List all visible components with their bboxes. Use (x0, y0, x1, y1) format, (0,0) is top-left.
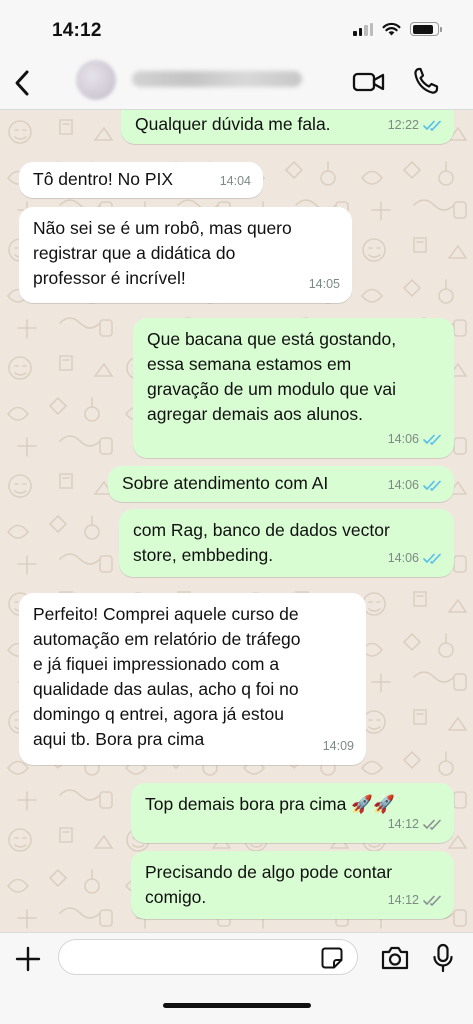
message-time: 14:04 (219, 174, 251, 188)
back-chevron-icon[interactable] (8, 68, 38, 98)
message-meta: 14:06 (388, 427, 442, 452)
message-time: 14:06 (387, 551, 419, 565)
read-double-check-icon (423, 480, 441, 491)
cellular-signal-icon (353, 22, 373, 36)
message-bubble-outgoing[interactable]: Que bacana que está gostando, essa seman… (133, 318, 454, 458)
message-bubble-outgoing[interactable]: com Rag, banco de dados vector store, em… (119, 509, 454, 577)
microphone-icon[interactable] (432, 943, 454, 973)
chat-area[interactable]: Qualquer dúvida me fala. 12:22 Tô dentro… (0, 110, 473, 932)
message-bubble-outgoing[interactable]: Sobre atendimento com AI 14:06 (108, 466, 454, 502)
message-text: Tô dentro! No PIX (33, 169, 174, 189)
read-double-check-icon (423, 120, 441, 131)
message-bubble-incoming[interactable]: Tô dentro! No PIX 14:04 (19, 162, 263, 198)
sticker-icon[interactable] (320, 946, 344, 970)
message-bubble-outgoing[interactable]: Precisando de algo pode contar comigo. 1… (131, 851, 454, 919)
message-time: 14:05 (308, 277, 340, 291)
message-meta: 14:12 (388, 812, 442, 837)
plus-icon[interactable] (14, 945, 42, 973)
video-camera-icon[interactable] (352, 68, 386, 96)
contact-name[interactable] (132, 71, 302, 87)
message-meta: 14:04 (220, 169, 251, 194)
message-meta: 14:06 (388, 546, 442, 571)
message-meta: 12:22 (388, 113, 442, 138)
message-text: Não sei se é um robô, mas quero registra… (33, 218, 292, 288)
message-meta: 14:05 (309, 272, 340, 297)
chat-header (0, 58, 473, 110)
message-time: 14:12 (387, 817, 419, 831)
message-time: 14:12 (387, 893, 419, 907)
home-indicator (163, 1003, 311, 1008)
status-icons (353, 22, 442, 36)
delivered-double-check-icon (423, 895, 441, 906)
message-input[interactable] (58, 939, 358, 975)
camera-icon[interactable] (380, 945, 410, 971)
message-meta: 14:12 (388, 888, 442, 913)
status-bar: 14:12 (0, 0, 473, 58)
message-bubble-incoming[interactable]: Não sei se é um robô, mas quero registra… (19, 207, 352, 303)
read-double-check-icon (423, 553, 441, 564)
message-text: Perfeito! Comprei aquele curso de automa… (33, 604, 301, 749)
message-composer (0, 932, 473, 1024)
phone-icon[interactable] (412, 66, 440, 96)
message-bubble-incoming[interactable]: Perfeito! Comprei aquele curso de automa… (19, 593, 366, 765)
message-text: Que bacana que está gostando, essa seman… (147, 329, 397, 424)
message-time: 14:09 (322, 739, 354, 753)
message-time: 12:22 (387, 118, 419, 132)
message-bubble-outgoing[interactable]: Qualquer dúvida me fala. 12:22 (121, 110, 454, 144)
delivered-double-check-icon (423, 819, 441, 830)
message-bubble-outgoing[interactable]: Top demais bora pra cima 🚀🚀 14:12 (131, 783, 454, 843)
message-time: 14:06 (387, 478, 419, 492)
status-time: 14:12 (52, 20, 102, 41)
message-meta: 14:06 (388, 473, 442, 498)
message-meta: 14:09 (323, 734, 354, 759)
battery-icon (410, 22, 442, 36)
wifi-icon (382, 22, 401, 36)
read-double-check-icon (423, 434, 441, 445)
avatar[interactable] (76, 60, 116, 100)
message-time: 14:06 (387, 432, 419, 446)
